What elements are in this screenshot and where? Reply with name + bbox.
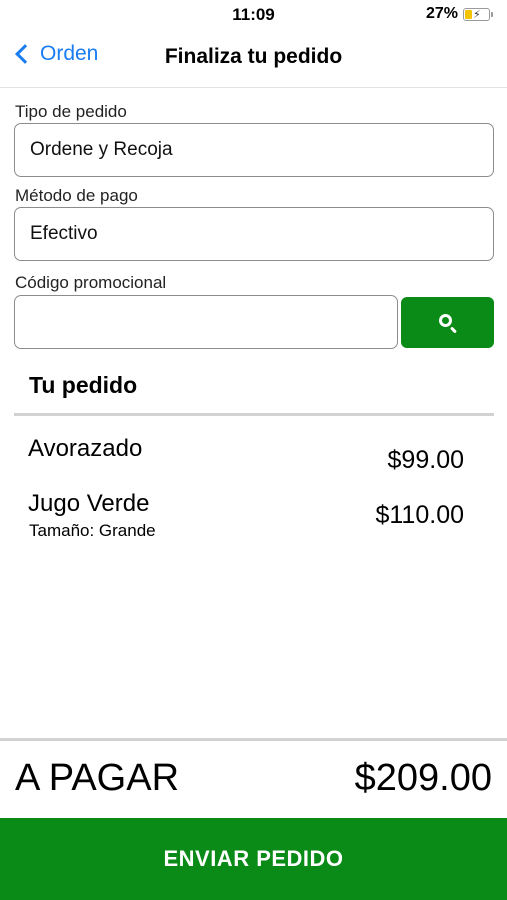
payment-method-select[interactable]: Efectivo <box>14 207 494 261</box>
order-type-label: Tipo de pedido <box>15 102 127 121</box>
page-title: Finaliza tu pedido <box>164 45 343 68</box>
promo-code-label: Código promocional <box>15 273 167 292</box>
total-amount: $209.00 <box>354 757 492 799</box>
battery-tip <box>491 11 493 17</box>
battery-level <box>465 9 472 19</box>
promo-code-input[interactable] <box>14 295 398 349</box>
search-icon <box>438 313 458 334</box>
item-name: Jugo Verde <box>28 490 150 517</box>
navigation-bar: Orden Finaliza tu pedido <box>0 30 507 88</box>
battery-indicator: 27% ⚡ <box>426 5 493 23</box>
battery-icon: ⚡ <box>463 7 490 21</box>
item-name: Avorazado <box>28 435 143 462</box>
item-price: $99.00 <box>387 446 464 474</box>
divider <box>0 738 507 741</box>
battery-percent: 27% <box>425 5 458 22</box>
payment-method-label: Método de pago <box>15 186 138 205</box>
total-label: A PAGAR <box>15 757 180 799</box>
order-type-select[interactable]: Ordene y Recoja <box>14 123 494 177</box>
status-bar: 11:09 27% ⚡ <box>0 0 507 30</box>
submit-order-button[interactable]: ENVIAR PEDIDO <box>0 818 507 900</box>
order-type-value: Ordene y Recoja <box>30 139 173 160</box>
promo-search-button[interactable] <box>401 297 494 348</box>
item-price: $110.00 <box>375 501 464 529</box>
item-detail: Tamaño: Grande <box>29 521 156 540</box>
charging-bolt-icon: ⚡ <box>473 8 481 21</box>
order-summary-title: Tu pedido <box>29 372 138 398</box>
payment-method-value: Efectivo <box>30 223 98 244</box>
divider <box>14 413 494 416</box>
